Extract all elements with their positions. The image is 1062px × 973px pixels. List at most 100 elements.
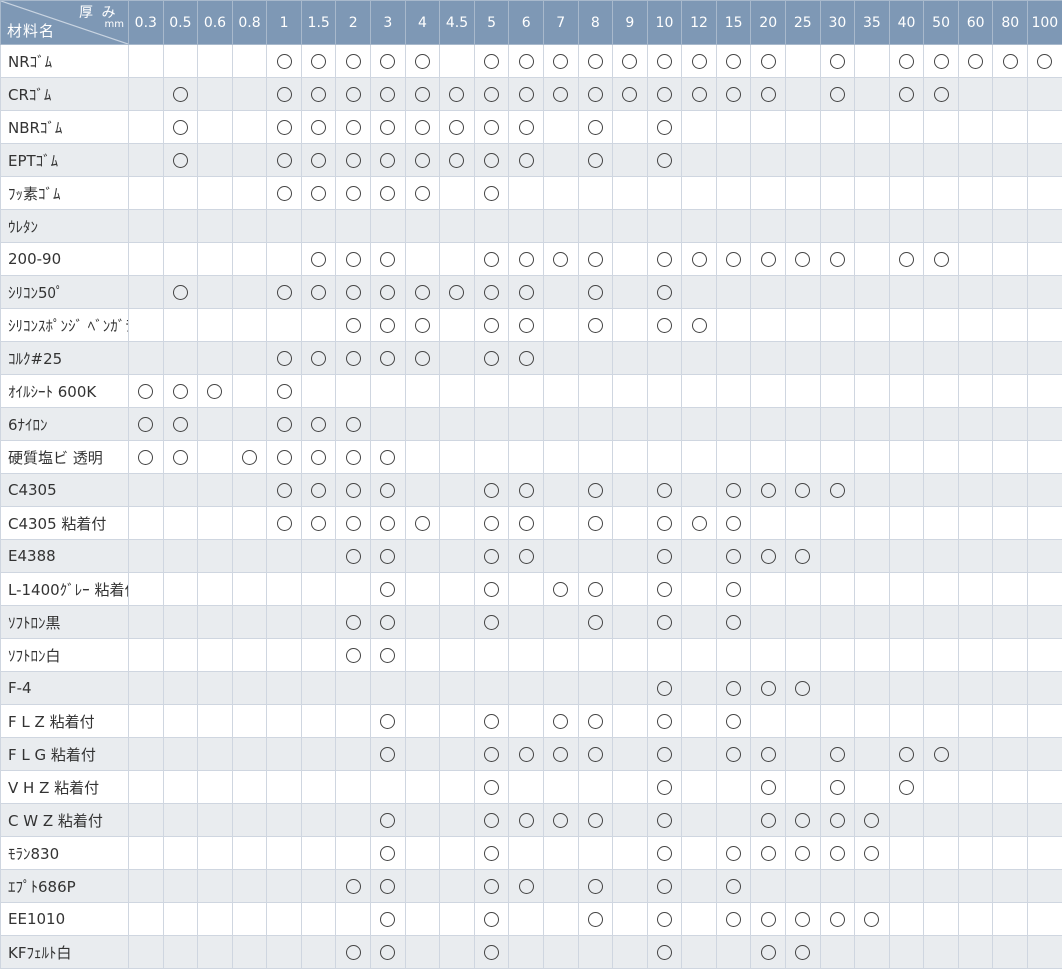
- availability-cell: [266, 539, 302, 573]
- availability-cell: [750, 572, 786, 606]
- availability-cell: [266, 176, 302, 210]
- availability-cell: [784, 902, 821, 936]
- availability-cell: [854, 44, 890, 78]
- availability-cell: [681, 143, 717, 177]
- availability-cell: [612, 902, 648, 936]
- availability-cell: [957, 506, 994, 540]
- availability-mark: [587, 747, 603, 762]
- availability-cell: [300, 803, 337, 837]
- availability-cell: [162, 341, 199, 375]
- availability-cell: [888, 407, 925, 441]
- availability-cell: [473, 308, 510, 342]
- availability-cell: [1027, 77, 1062, 111]
- table-row: EPTｺﾞﾑ: [0, 143, 1062, 177]
- availability-cell: [957, 440, 994, 474]
- availability-cell: [888, 902, 925, 936]
- availability-cell: [404, 605, 441, 639]
- availability-cell: [542, 110, 579, 144]
- thickness-header-12: 12: [681, 0, 717, 45]
- availability-cell: [162, 176, 199, 210]
- availability-cell: [612, 275, 648, 309]
- availability-cell: [784, 572, 821, 606]
- availability-cell: [577, 869, 614, 903]
- availability-cell: [750, 44, 786, 78]
- availability-cell: [577, 902, 614, 936]
- availability-cell: [128, 671, 164, 705]
- availability-cell: [888, 605, 925, 639]
- availability-cell: [231, 242, 268, 276]
- availability-cell: [888, 770, 925, 804]
- availability-mark: [656, 846, 672, 861]
- availability-cell: [508, 704, 544, 738]
- availability-cell: [162, 77, 199, 111]
- availability-mark: [587, 285, 603, 300]
- material-name-cell: L-1400ｸﾞﾚｰ 粘着付: [0, 572, 129, 606]
- availability-cell: [750, 275, 786, 309]
- availability-mark: [311, 54, 327, 69]
- availability-cell: [231, 770, 268, 804]
- availability-mark: [587, 54, 603, 69]
- availability-cell: [957, 869, 994, 903]
- availability-cell: [750, 341, 786, 375]
- availability-cell: [750, 176, 786, 210]
- availability-mark: [656, 582, 672, 597]
- availability-cell: [612, 638, 648, 672]
- availability-cell: [577, 110, 614, 144]
- availability-cell: [335, 869, 372, 903]
- availability-cell: [335, 902, 372, 936]
- availability-cell: [681, 77, 717, 111]
- availability-mark: [795, 549, 811, 564]
- availability-cell: [992, 704, 1029, 738]
- availability-cell: [854, 770, 890, 804]
- availability-cell: [612, 869, 648, 903]
- material-name-cell: EE1010: [0, 902, 129, 936]
- availability-cell: [197, 209, 233, 243]
- availability-cell: [300, 638, 337, 672]
- availability-cell: [1027, 836, 1062, 870]
- availability-cell: [266, 803, 302, 837]
- availability-mark: [760, 945, 776, 960]
- availability-cell: [473, 110, 510, 144]
- availability-cell: [784, 770, 821, 804]
- availability-cell: [612, 770, 648, 804]
- table-row: ｼﾘｺﾝ50ﾟ: [0, 275, 1062, 309]
- availability-cell: [335, 704, 372, 738]
- thickness-header-0-5: 0.5: [162, 0, 199, 45]
- availability-cell: [370, 275, 406, 309]
- availability-cell: [646, 803, 683, 837]
- availability-cell: [888, 836, 925, 870]
- availability-cell: [888, 341, 925, 375]
- availability-mark: [345, 351, 361, 366]
- corner-header-cell: 厚 み mm 材料名: [0, 0, 129, 45]
- availability-mark: [518, 285, 534, 300]
- availability-cell: [473, 275, 510, 309]
- availability-cell: [923, 539, 959, 573]
- availability-mark: [276, 351, 292, 366]
- availability-cell: [923, 902, 959, 936]
- availability-cell: [300, 440, 337, 474]
- availability-cell: [784, 275, 821, 309]
- availability-cell: [266, 935, 302, 969]
- availability-cell: [473, 242, 510, 276]
- availability-cell: [508, 935, 544, 969]
- availability-cell: [992, 737, 1029, 771]
- availability-mark: [518, 318, 534, 333]
- material-name-cell: V H Z 粘着付: [0, 770, 129, 804]
- availability-cell: [715, 77, 752, 111]
- availability-cell: [197, 176, 233, 210]
- availability-mark: [518, 54, 534, 69]
- availability-cell: [1027, 803, 1062, 837]
- availability-cell: [266, 77, 302, 111]
- availability-cell: [542, 704, 579, 738]
- availability-cell: [370, 209, 406, 243]
- availability-cell: [508, 803, 544, 837]
- availability-mark: [484, 351, 500, 366]
- availability-cell: [404, 539, 441, 573]
- availability-cell: [231, 638, 268, 672]
- availability-cell: [542, 77, 579, 111]
- availability-cell: [128, 341, 164, 375]
- availability-mark: [449, 120, 465, 135]
- availability-cell: [162, 539, 199, 573]
- availability-cell: [750, 770, 786, 804]
- availability-mark: [656, 285, 672, 300]
